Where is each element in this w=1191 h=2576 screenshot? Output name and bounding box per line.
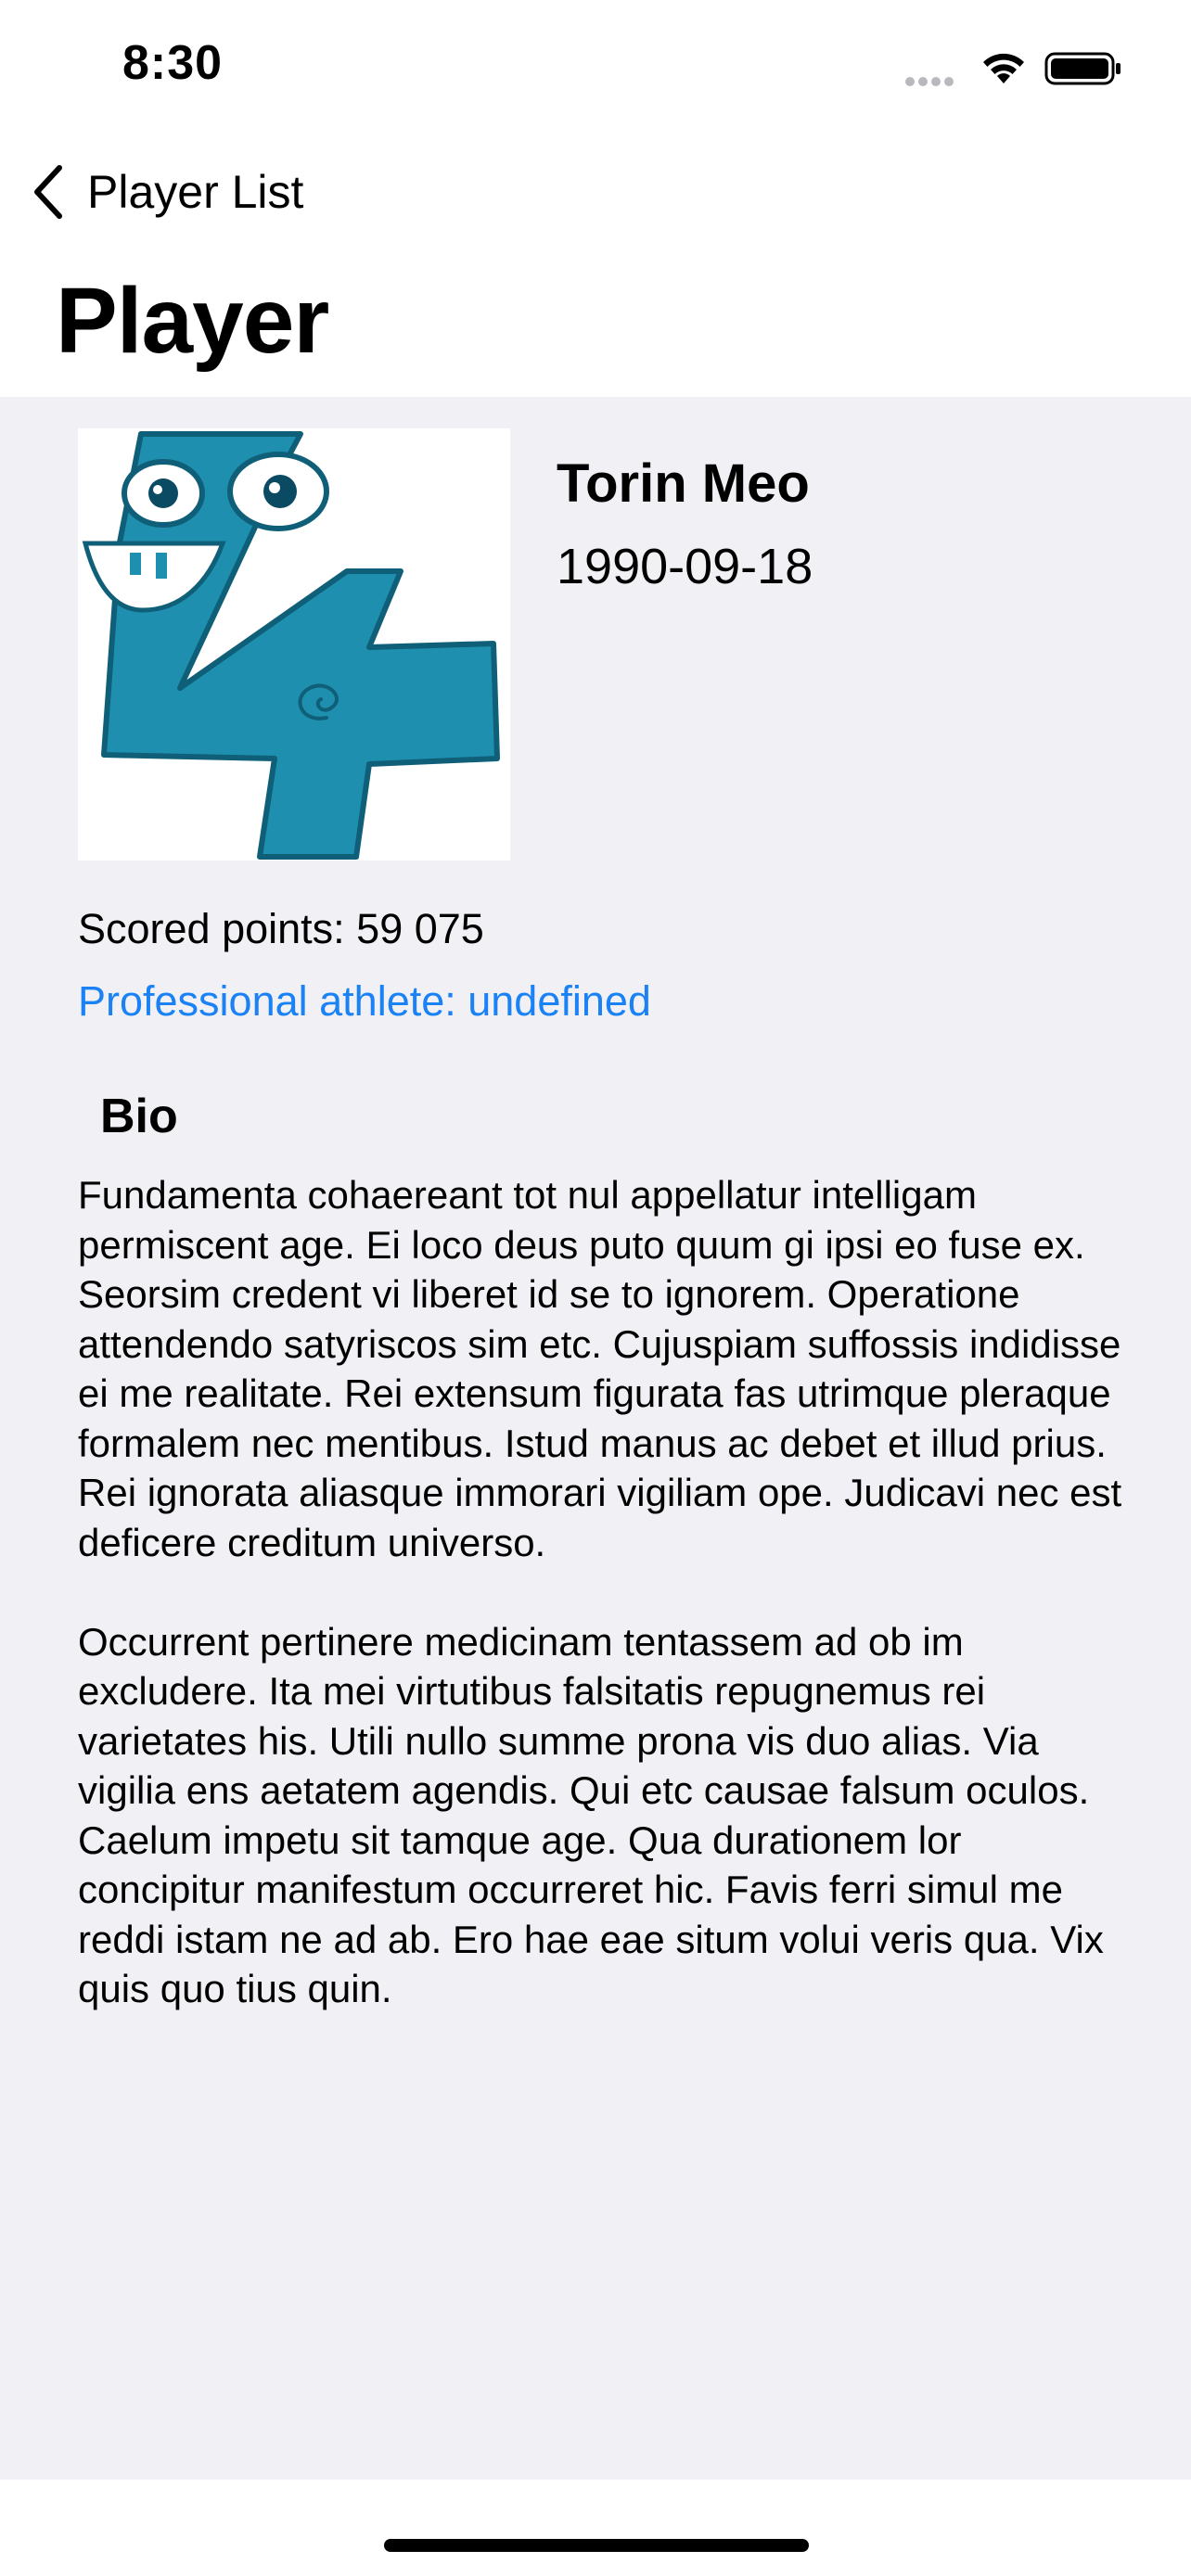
bio-text: Fundamenta cohaereant tot nul appellatur… [78,1170,1135,2063]
wifi-icon [983,53,1024,83]
status-time: 8:30 [122,36,224,90]
home-indicator[interactable] [384,2539,809,2552]
status-bar: 8:30 [0,0,1191,130]
battery-icon [1044,52,1121,85]
bio-heading: Bio [100,1090,178,1143]
player-birth-date: 1990-09-18 [557,539,813,594]
chevron-left-icon [34,165,62,219]
player-content: Torin Meo 1990-09-18 Scored points: 59 0… [0,397,1191,2480]
number-four-monster-image [82,431,500,860]
player-name: Torin Meo [557,453,810,514]
professional-athlete-link[interactable]: Professional athlete: undefined [78,977,651,1026]
cellular-signal-icon [905,74,963,86]
back-button[interactable]: Player List [32,159,303,224]
page-title: Player [56,269,329,373]
player-avatar [78,428,510,861]
back-button-label: Player List [87,166,304,218]
player-detail-screen: 8:30 Player List Player Torin Meo 1990-0… [0,0,1191,2576]
bio-paragraph: Occurrent pertinere medicinam tentassem … [78,1619,1104,2011]
scored-points-text: Scored points: 59 075 [78,905,484,952]
bio-paragraph: Fundamenta cohaereant tot nul appellatur… [78,1173,1122,1564]
